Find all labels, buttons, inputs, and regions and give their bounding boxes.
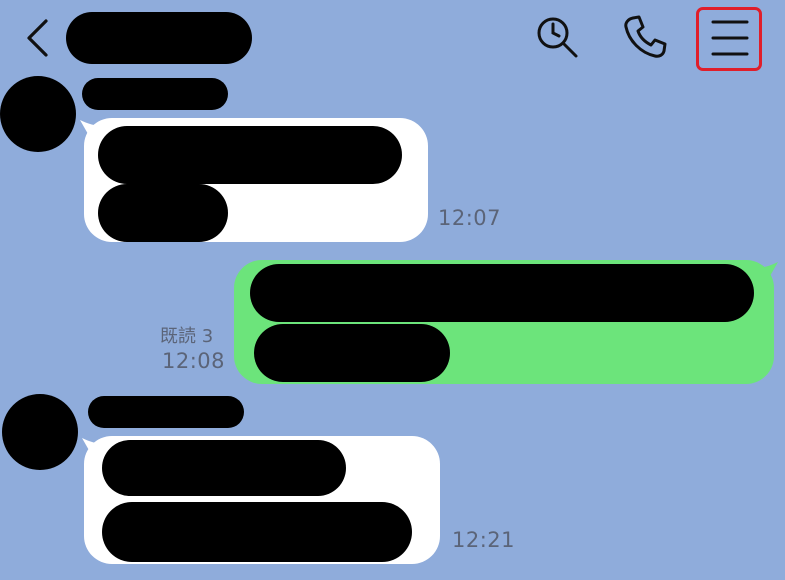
message-time: 12:07 xyxy=(438,206,502,230)
avatar[interactable] xyxy=(0,76,76,152)
message-text-redacted xyxy=(98,184,228,242)
read-receipt: 既読 3 xyxy=(160,326,214,347)
message-text-redacted xyxy=(250,264,754,322)
message-text-redacted xyxy=(98,126,402,184)
message-time: 12:08 xyxy=(162,349,226,373)
back-button[interactable] xyxy=(18,15,58,61)
menu-highlight-box xyxy=(696,7,762,71)
avatar[interactable] xyxy=(2,394,78,470)
message-text-redacted xyxy=(102,502,412,562)
message-time: 12:21 xyxy=(452,528,516,552)
message-text-redacted xyxy=(254,324,450,382)
chevron-left-icon xyxy=(27,19,48,57)
call-button[interactable] xyxy=(620,12,670,62)
message-text-redacted xyxy=(102,440,346,496)
search-icon xyxy=(537,17,578,58)
sender-name xyxy=(88,396,244,428)
bubble-tail xyxy=(756,262,778,276)
sender-name xyxy=(82,78,228,110)
phone-icon xyxy=(624,15,667,58)
chat-title xyxy=(66,12,252,64)
search-button[interactable] xyxy=(532,12,582,62)
